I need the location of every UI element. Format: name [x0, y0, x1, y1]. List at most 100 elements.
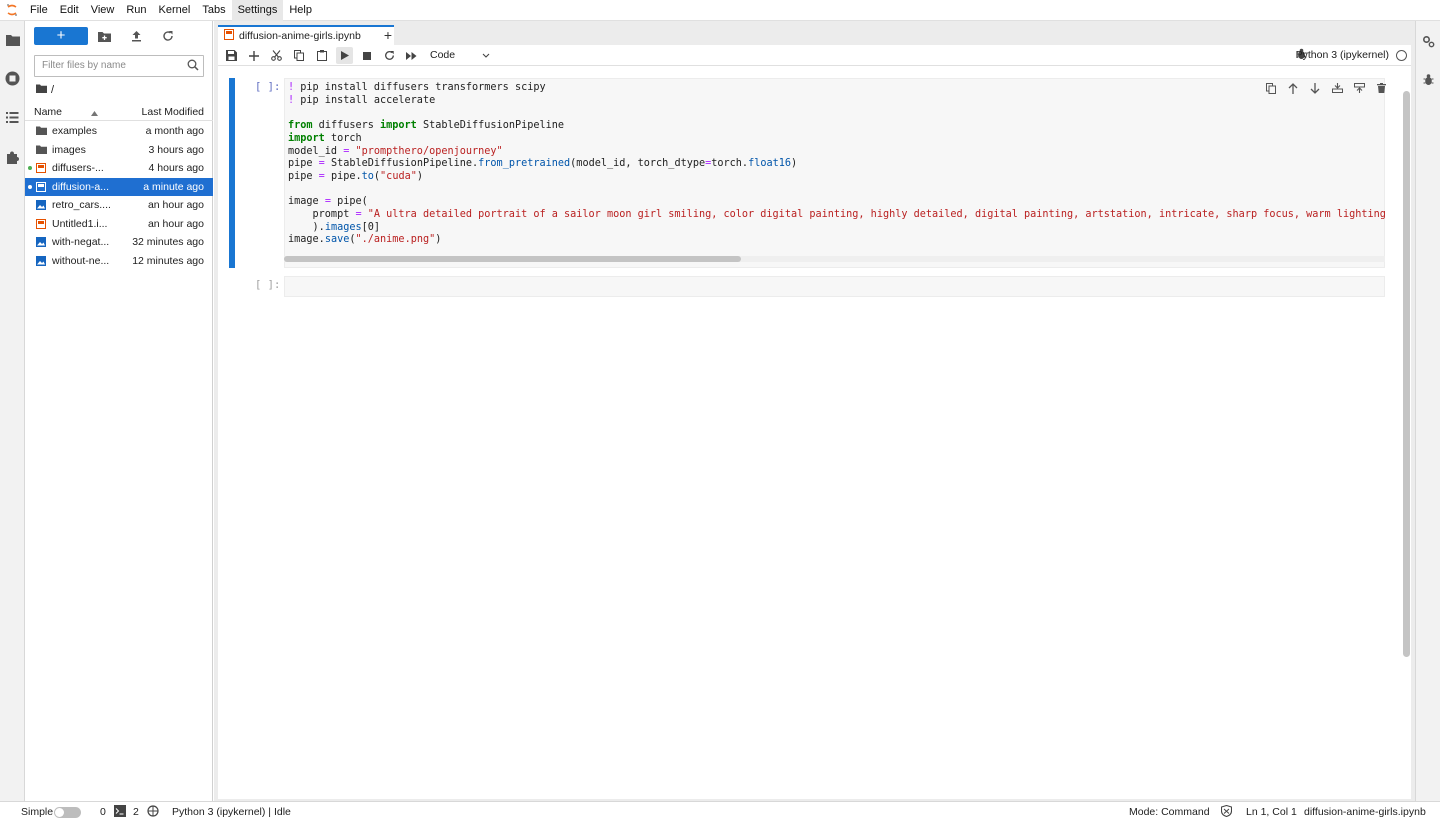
file-name: images: [52, 143, 86, 156]
menu-kernel[interactable]: Kernel: [153, 0, 197, 21]
menu-settings[interactable]: Settings: [231, 0, 284, 21]
property-inspector-gears-icon[interactable]: [1420, 33, 1437, 50]
file-name: diffusion-a...: [52, 180, 110, 193]
file-row[interactable]: images 3 hours ago: [25, 141, 213, 160]
notebook-icon: [36, 218, 47, 229]
folder-icon[interactable]: [36, 84, 47, 96]
scrollbar-thumb[interactable]: [1403, 91, 1410, 657]
filter-placeholder: Filter files by name: [42, 60, 126, 71]
kernel-status-text[interactable]: Python 3 (ipykernel) | Idle: [172, 806, 291, 818]
horizontal-scrollbar[interactable]: [284, 254, 1385, 263]
column-name[interactable]: Name: [34, 106, 62, 118]
paste-icon[interactable]: [313, 47, 330, 64]
simple-mode-toggle[interactable]: [54, 807, 81, 818]
new-launcher-button[interactable]: +: [34, 27, 88, 45]
jupyter-logo-icon: [0, 0, 24, 21]
table-of-contents-icon[interactable]: [4, 109, 21, 126]
file-name: Untitled1.i...: [52, 217, 108, 230]
save-icon[interactable]: [223, 47, 240, 64]
file-row[interactable]: with-negat... 32 minutes ago: [25, 233, 213, 252]
move-down-icon[interactable]: [1307, 80, 1323, 96]
file-row[interactable]: diffusers-... 4 hours ago: [25, 159, 213, 178]
file-row[interactable]: Untitled1.i... an hour ago: [25, 215, 213, 234]
kernel-sessions-icon[interactable]: [147, 805, 159, 820]
code-editor[interactable]: ! pip install diffusers transformers sci…: [284, 78, 1386, 268]
cell-type-value: Code: [430, 49, 456, 61]
file-browser-toolbar: +: [25, 26, 213, 48]
delete-cell-icon[interactable]: [1373, 80, 1389, 96]
file-modified: 4 hours ago: [148, 162, 204, 174]
trusted-shield-icon[interactable]: [1220, 804, 1233, 820]
menu-file[interactable]: File: [24, 0, 54, 21]
file-row[interactable]: diffusion-a... a minute ago: [25, 177, 213, 196]
move-up-icon[interactable]: [1285, 80, 1301, 96]
search-icon: [187, 59, 199, 79]
cursor-position[interactable]: Ln 1, Col 1: [1246, 806, 1297, 818]
file-modified: 32 minutes ago: [132, 236, 204, 248]
restart-kernel-icon[interactable]: [381, 47, 398, 64]
sort-ascending-icon[interactable]: [91, 107, 98, 119]
code-cell[interactable]: [ ]:: [229, 276, 1397, 297]
file-row[interactable]: examples a month ago: [25, 122, 213, 141]
menu-run[interactable]: Run: [120, 0, 152, 21]
add-cell-icon[interactable]: [245, 47, 262, 64]
notebook-scrollbar[interactable]: [1402, 91, 1411, 791]
duplicate-cell-icon[interactable]: [1263, 80, 1279, 96]
refresh-icon[interactable]: [160, 28, 176, 44]
code-cell-active[interactable]: [ ]: ! pip install diffusers transformer…: [229, 78, 1397, 268]
terminal-icon[interactable]: [114, 805, 126, 820]
new-folder-icon[interactable]: [96, 28, 112, 44]
menu-view[interactable]: View: [85, 0, 121, 21]
interrupt-kernel-icon[interactable]: [358, 47, 375, 64]
file-name: with-negat...: [52, 236, 110, 248]
file-modified: 12 minutes ago: [132, 254, 204, 267]
menu-edit[interactable]: Edit: [54, 0, 85, 21]
status-bar: Simple 0 2 Python 3 (ipykernel) | Idle M…: [0, 801, 1440, 821]
tab-title: diffusion-anime-girls.ipynb: [239, 30, 361, 42]
file-row[interactable]: without-ne... 12 minutes ago: [25, 252, 213, 271]
kernel-name-button[interactable]: Python 3 (ipykernel): [1296, 49, 1389, 61]
folder-icon[interactable]: [4, 31, 21, 48]
scrollbar-thumb[interactable]: [284, 256, 741, 262]
menu-help[interactable]: Help: [283, 0, 318, 21]
file-row[interactable]: retro_cars.... an hour ago: [25, 196, 213, 215]
terminal-count[interactable]: 0: [100, 806, 106, 818]
extensions-puzzle-icon[interactable]: [4, 149, 21, 166]
toggle-knob: [55, 808, 64, 817]
run-cell-icon[interactable]: [336, 47, 353, 64]
copy-icon[interactable]: [290, 47, 307, 64]
kernel-count[interactable]: 2: [133, 806, 139, 818]
debugger-bug-icon[interactable]: [1420, 71, 1437, 88]
upload-icon[interactable]: [128, 28, 144, 44]
file-modified: a minute ago: [143, 180, 204, 193]
cell-type-dropdown[interactable]: Code: [430, 47, 490, 64]
simple-mode-label: Simple: [21, 806, 54, 818]
file-modified: 3 hours ago: [148, 143, 204, 156]
insert-above-icon[interactable]: [1329, 80, 1345, 96]
cell-prompt: [ ]:: [255, 81, 281, 93]
menu-tabs[interactable]: Tabs: [196, 0, 231, 21]
add-tab-button[interactable]: +: [380, 27, 396, 43]
filter-files-input[interactable]: Filter files by name: [34, 55, 204, 77]
status-filename: diffusion-anime-girls.ipynb: [1304, 806, 1426, 818]
insert-below-icon[interactable]: [1351, 80, 1367, 96]
main-area: diffusion-anime-girls.ipynb + Code Pytho…: [214, 21, 1415, 801]
restart-run-all-icon[interactable]: [403, 47, 420, 64]
cut-icon[interactable]: [268, 47, 285, 64]
file-name: without-ne...: [52, 254, 110, 267]
code-editor[interactable]: [284, 276, 1385, 297]
file-name: diffusers-...: [52, 162, 104, 174]
running-sessions-icon[interactable]: [4, 70, 21, 87]
breadcrumb-root[interactable]: /: [51, 84, 54, 96]
notebook-icon: [36, 163, 47, 173]
breadcrumb: /: [36, 83, 54, 97]
tab-notebook[interactable]: diffusion-anime-girls.ipynb: [218, 25, 394, 45]
kernel-idle-status-icon: [1396, 50, 1407, 61]
right-sidebar: [1415, 21, 1440, 801]
tab-bar: diffusion-anime-girls.ipynb +: [214, 21, 1415, 45]
column-last-modified[interactable]: Last Modified: [142, 106, 204, 118]
file-name: examples: [52, 125, 97, 137]
cell-toolbar: [1263, 80, 1389, 96]
running-indicator-icon: [28, 166, 32, 170]
cell-prompt: [ ]:: [255, 279, 281, 291]
